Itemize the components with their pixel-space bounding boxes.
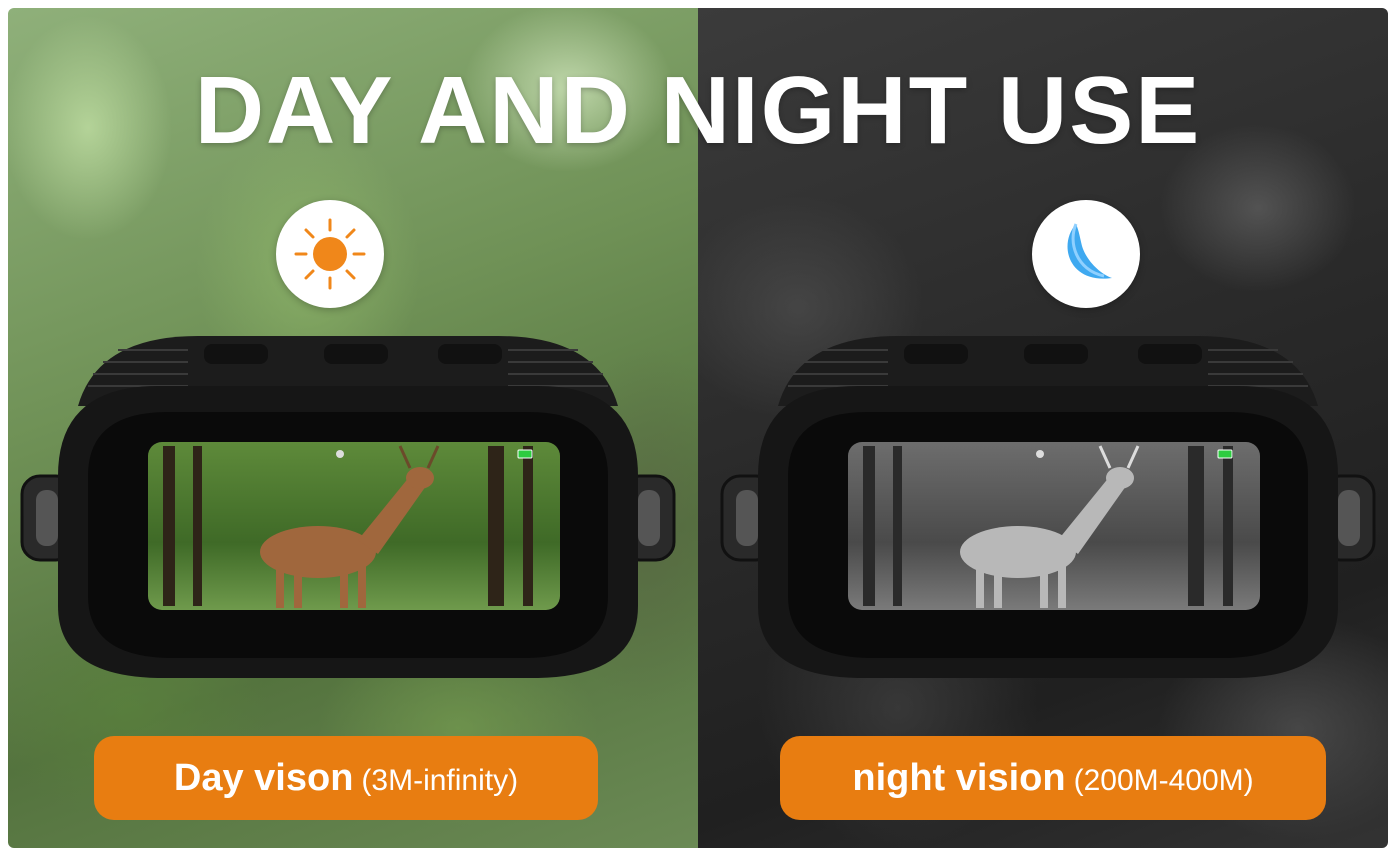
sun-icon — [276, 200, 384, 308]
night-vision-range: (200M-400M) — [1073, 764, 1254, 797]
product-banner: DAY AND NIGHT USE Day vison (3M-infinity… — [8, 8, 1388, 848]
night-vision-title: night vision — [852, 757, 1066, 799]
night-vision-label: night vision (200M-400M) — [780, 736, 1326, 820]
night-binocular-device — [720, 336, 1376, 678]
day-vision-label: Day vison (3M-infinity) — [94, 736, 598, 820]
day-vision-title: Day vison — [173, 757, 354, 799]
moon-icon — [1032, 200, 1140, 308]
day-vision-range: (3M-infinity) — [361, 764, 519, 797]
headline: DAY AND NIGHT USE — [194, 57, 1202, 164]
day-binocular-device — [20, 336, 676, 678]
